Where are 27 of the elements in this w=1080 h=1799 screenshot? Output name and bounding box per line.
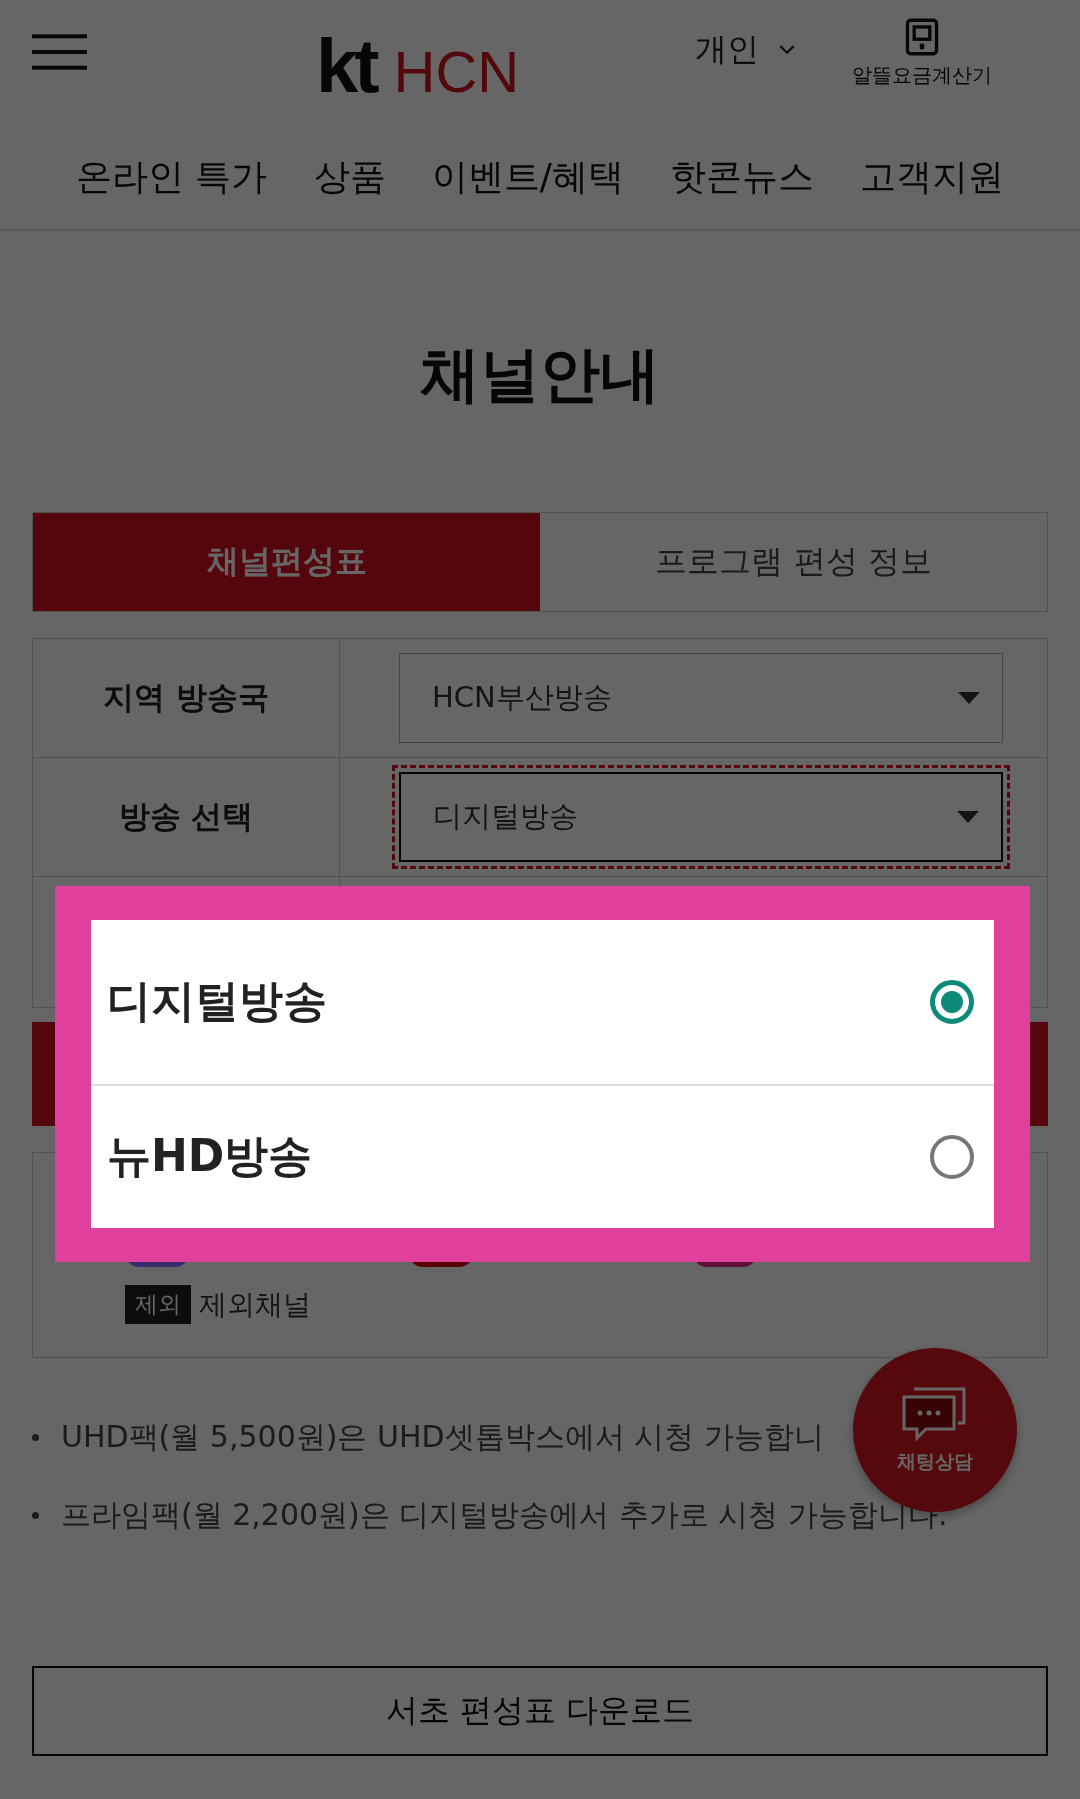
bullet-icon — [32, 1511, 39, 1519]
nav-link[interactable]: 상품 — [313, 152, 386, 202]
calculator-icon[interactable] — [905, 18, 939, 56]
select-field[interactable]: HCN부산방송 — [399, 653, 1003, 743]
dropdown-arrow-icon — [958, 692, 980, 704]
nav-link[interactable]: 핫콘뉴스 — [669, 152, 814, 202]
nav-link[interactable]: 고객지원 — [859, 152, 1004, 202]
chevron-down-icon — [779, 45, 795, 55]
tab[interactable]: 채널편성표 — [33, 513, 540, 611]
nav-link[interactable]: 이벤트/혜택 — [431, 152, 624, 202]
dropdown-arrow-icon — [957, 811, 979, 823]
legend-badge: 제외 — [125, 1285, 191, 1324]
note-text: UHD팩(월 5,500원)은 UHD셋톱박스에서 시청 가능합니 — [61, 1417, 824, 1456]
bullet-icon — [32, 1433, 39, 1441]
radio-button[interactable] — [930, 979, 974, 1024]
page-title: 채널안내 — [419, 341, 661, 407]
nav-link[interactable]: 온라인 특가 — [76, 152, 268, 202]
download-button[interactable]: 서초 편성표 다운로드 — [32, 1666, 1048, 1756]
menu-icon[interactable] — [32, 32, 87, 72]
calculator-link[interactable]: 알뜰요금계산기 — [852, 62, 992, 89]
form-label: 방송 선택 — [33, 758, 340, 876]
logo-mark[interactable]: kt — [316, 28, 376, 104]
logo-brand[interactable]: HCN — [393, 43, 520, 101]
legend-label: 제외채널 — [199, 1286, 311, 1323]
form-label: 지역 방송국 — [33, 639, 340, 757]
account-type-dropdown[interactable]: 개인 — [695, 28, 795, 72]
radio-button[interactable] — [930, 1134, 974, 1179]
